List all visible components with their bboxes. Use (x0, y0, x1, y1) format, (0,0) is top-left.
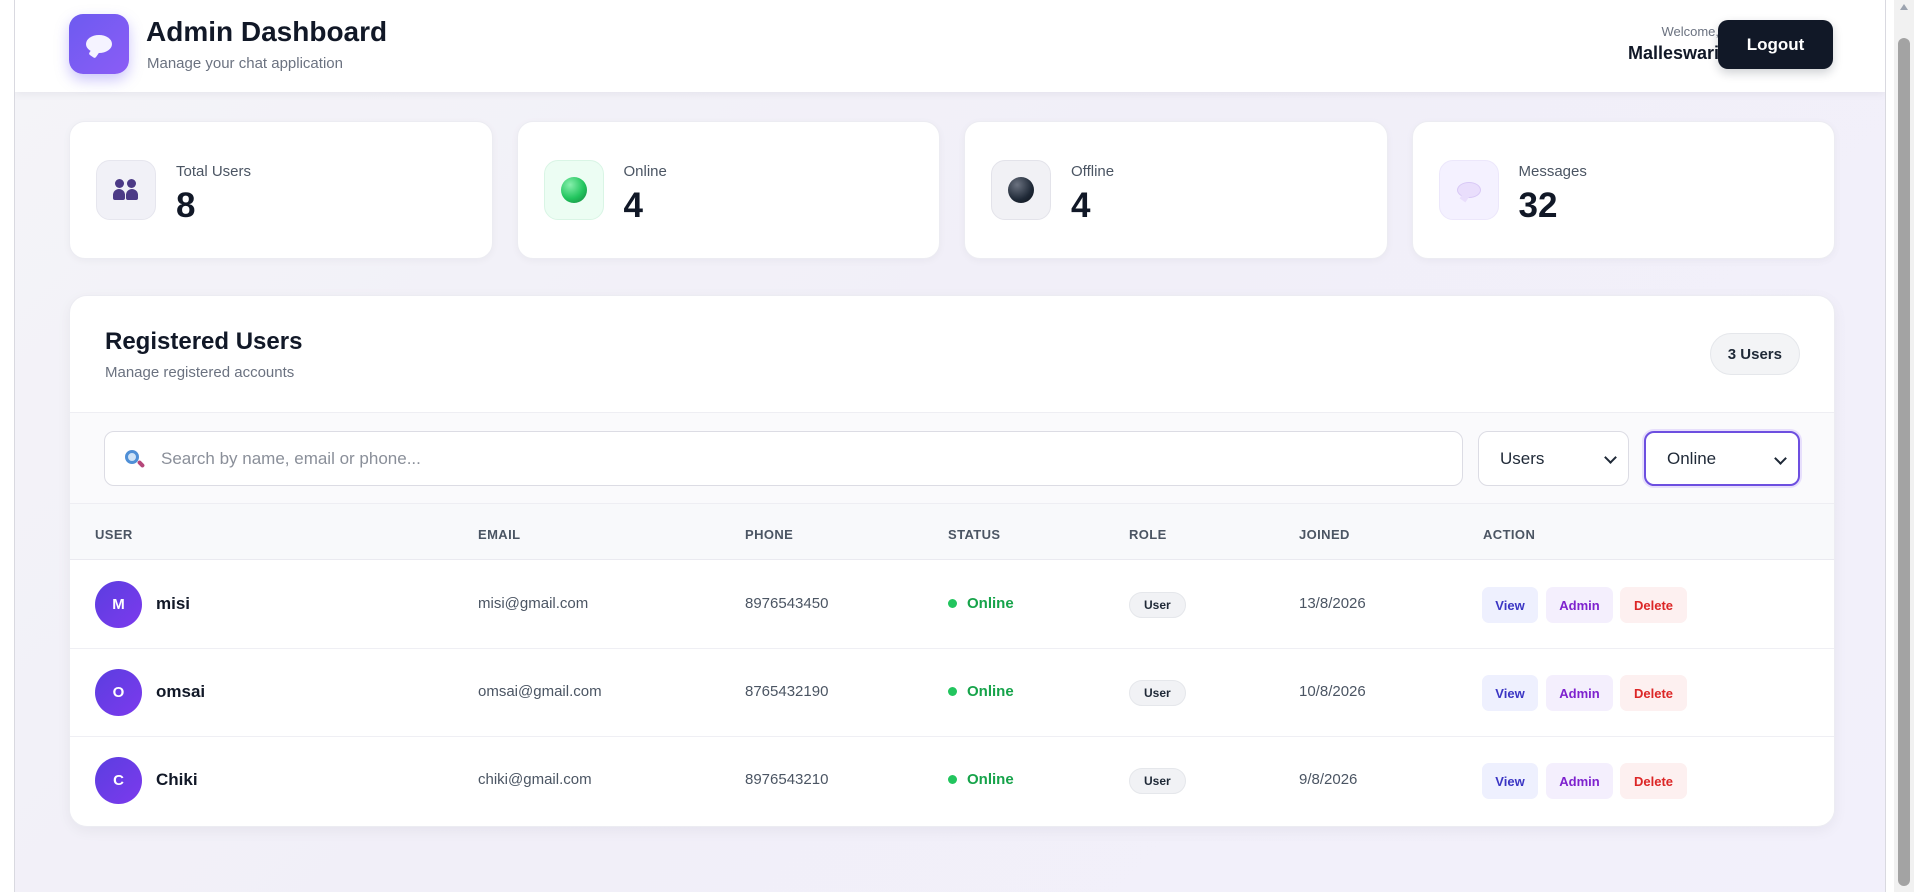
column-header-action: ACTION (1483, 527, 1536, 542)
user-count-badge: 3 Users (1709, 333, 1800, 375)
vertical-scrollbar[interactable] (1894, 0, 1914, 892)
panel-subtitle: Manage registered accounts (105, 364, 295, 381)
status-badge: Online (948, 771, 1014, 788)
scrollbar-thumb[interactable] (1898, 38, 1910, 886)
search-box[interactable] (104, 431, 1463, 486)
status-badge: Online (948, 683, 1014, 700)
user-name: misi (156, 594, 191, 613)
role-badge: User (1129, 680, 1186, 706)
role-badge: User (1129, 768, 1186, 794)
user-type-select[interactable]: Users (1478, 431, 1629, 486)
stat-card-online: Online 4 (516, 121, 940, 259)
status-text: Online (967, 595, 1014, 612)
table-header: USER EMAIL PHONE STATUS ROLE JOINED ACTI… (70, 504, 1834, 560)
app-logo (69, 14, 129, 74)
make-admin-button[interactable]: Admin (1546, 675, 1613, 711)
online-dot-icon (543, 160, 604, 220)
current-user-name: Malleswari (1627, 43, 1719, 63)
online-dot-icon (948, 687, 957, 696)
stats-row: Total Users 8 Online 4 Offline 4 Message… (69, 121, 1835, 259)
view-button[interactable]: View (1482, 675, 1538, 711)
joined-date: 10/8/2026 (1299, 683, 1366, 700)
chat-bubble-icon (1438, 160, 1499, 220)
user-email: chiki@gmail.com (478, 771, 592, 788)
column-header-status: STATUS (948, 527, 1001, 542)
stat-value: 4 (623, 186, 643, 225)
joined-date: 9/8/2026 (1299, 771, 1358, 788)
page-title: Admin Dashboard (146, 16, 388, 47)
panel-title: Registered Users (105, 328, 303, 355)
joined-date: 13/8/2026 (1299, 595, 1366, 612)
stat-value: 8 (176, 186, 196, 225)
delete-button[interactable]: Delete (1620, 587, 1687, 623)
user-name: Chiki (156, 770, 198, 789)
user-type-select-value: Users (1500, 448, 1545, 468)
avatar: O (95, 669, 142, 716)
stat-card-offline: Offline 4 (964, 121, 1388, 259)
logout-button[interactable]: Logout (1718, 20, 1833, 69)
chat-bubble-icon (86, 35, 112, 53)
stat-label: Messages (1518, 163, 1587, 180)
column-header-joined: JOINED (1299, 527, 1350, 542)
column-header-role: ROLE (1129, 527, 1167, 542)
welcome-label: Welcome, (1661, 24, 1719, 39)
column-header-email: EMAIL (478, 527, 521, 542)
avatar: M (95, 581, 142, 628)
stat-card-total-users: Total Users 8 (69, 121, 493, 259)
make-admin-button[interactable]: Admin (1546, 763, 1613, 799)
status-text: Online (967, 771, 1014, 788)
user-phone: 8976543450 (745, 595, 829, 612)
top-header: Admin Dashboard Manage your chat applica… (15, 0, 1885, 92)
table-row: O omsai omsai@gmail.com 8765432190 Onlin… (70, 649, 1834, 737)
stat-label: Offline (1071, 163, 1115, 180)
stat-value: 32 (1518, 186, 1558, 225)
user-email: omsai@gmail.com (478, 683, 602, 700)
avatar: C (95, 757, 142, 804)
online-dot-icon (948, 599, 957, 608)
online-dot-icon (948, 775, 957, 784)
status-filter-select-value: Online (1667, 448, 1717, 468)
column-header-user: USER (95, 527, 133, 542)
scroll-up-arrow-icon[interactable] (1900, 4, 1908, 10)
view-button[interactable]: View (1482, 587, 1538, 623)
users-icon (96, 160, 156, 220)
user-phone: 8976543210 (745, 771, 829, 788)
user-phone: 8765432190 (745, 683, 829, 700)
status-filter-select[interactable]: Online (1644, 431, 1800, 486)
search-input[interactable] (161, 432, 1441, 485)
offline-dot-icon (991, 160, 1051, 220)
stat-label: Online (623, 163, 667, 180)
view-button[interactable]: View (1482, 763, 1538, 799)
app-window: Admin Dashboard Manage your chat applica… (14, 0, 1886, 892)
chevron-down-icon (1774, 452, 1787, 465)
column-header-phone: PHONE (745, 527, 794, 542)
table-row: M misi misi@gmail.com 8976543450 Online … (70, 561, 1834, 649)
table-row: C Chiki chiki@gmail.com 8976543210 Onlin… (70, 737, 1834, 825)
delete-button[interactable]: Delete (1620, 675, 1687, 711)
registered-users-panel: Registered Users Manage registered accou… (69, 295, 1835, 827)
user-name: omsai (156, 682, 206, 701)
page-subtitle: Manage your chat application (147, 55, 343, 72)
stat-label: Total Users (176, 163, 252, 180)
status-badge: Online (948, 595, 1014, 612)
search-icon (125, 450, 146, 470)
user-email: misi@gmail.com (478, 595, 589, 612)
welcome-block: Welcome, Malleswari (1628, 24, 1719, 64)
stat-value: 4 (1071, 186, 1091, 225)
chevron-down-icon (1604, 451, 1617, 464)
delete-button[interactable]: Delete (1620, 763, 1687, 799)
filter-bar: Users Online (70, 412, 1834, 504)
make-admin-button[interactable]: Admin (1546, 587, 1613, 623)
stat-card-messages: Messages 32 (1411, 121, 1835, 259)
status-text: Online (967, 683, 1014, 700)
role-badge: User (1129, 592, 1186, 618)
